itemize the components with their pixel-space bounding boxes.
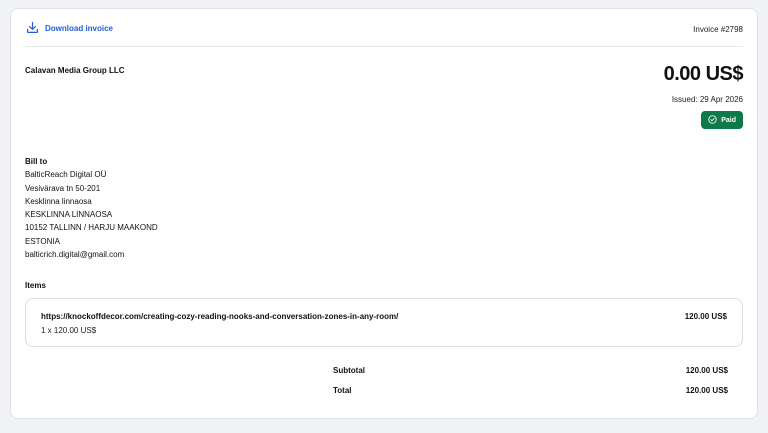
download-invoice-button[interactable]: Download invoice [26,21,113,36]
total-label: Total [333,386,352,395]
subtotal-row: Subtotal 120.00 US$ [333,366,728,375]
list-item: https://knockoffdecor.com/creating-cozy-… [25,298,743,347]
bill-to-line: Vesivärava tn 50-201 [25,183,101,193]
download-invoice-label: Download invoice [45,24,114,33]
check-circle-icon [708,114,717,126]
invoice-amount: 0.00 US$ [663,63,744,85]
subtotal-value: 120.00 US$ [685,366,728,375]
invoice-number: Invoice #2798 [693,25,743,34]
bill-to-section: Bill to BalticReach Digital OÜ Vesivärav… [25,155,158,261]
download-icon [26,21,39,36]
bill-to-email: balticrich.digital@gmail.com [25,250,125,260]
total-row: Total 120.00 US$ [333,386,728,395]
seller-name: Calavan Media Group LLC [25,66,125,75]
bill-to-heading: Bill to [25,157,48,166]
issued-date: Issued: 29 Apr 2026 [671,95,743,104]
status-badge: Paid [701,111,743,129]
invoice-header: Download invoice Invoice #2798 [26,21,743,47]
bill-to-line: BalticReach Digital OÜ [25,170,107,180]
items-heading: Items [25,281,46,290]
invoice-card: Download invoice Invoice #2798 Calavan M… [10,8,758,419]
item-quantity: 1 x 120.00 US$ [41,326,97,335]
bill-to-line: ESTONIA [25,236,60,246]
bill-to-line: 10152 TALLINN / HARJU MAAKOND [25,223,158,233]
status-badge-label: Paid [721,116,736,124]
total-value: 120.00 US$ [685,386,728,395]
bill-to-line: KESKLINNA LINNAOSA [25,210,113,220]
bill-to-line: Kesklinna linnaosa [25,196,92,206]
item-price: 120.00 US$ [684,312,727,321]
subtotal-label: Subtotal [333,366,365,375]
item-description: https://knockoffdecor.com/creating-cozy-… [41,312,399,321]
